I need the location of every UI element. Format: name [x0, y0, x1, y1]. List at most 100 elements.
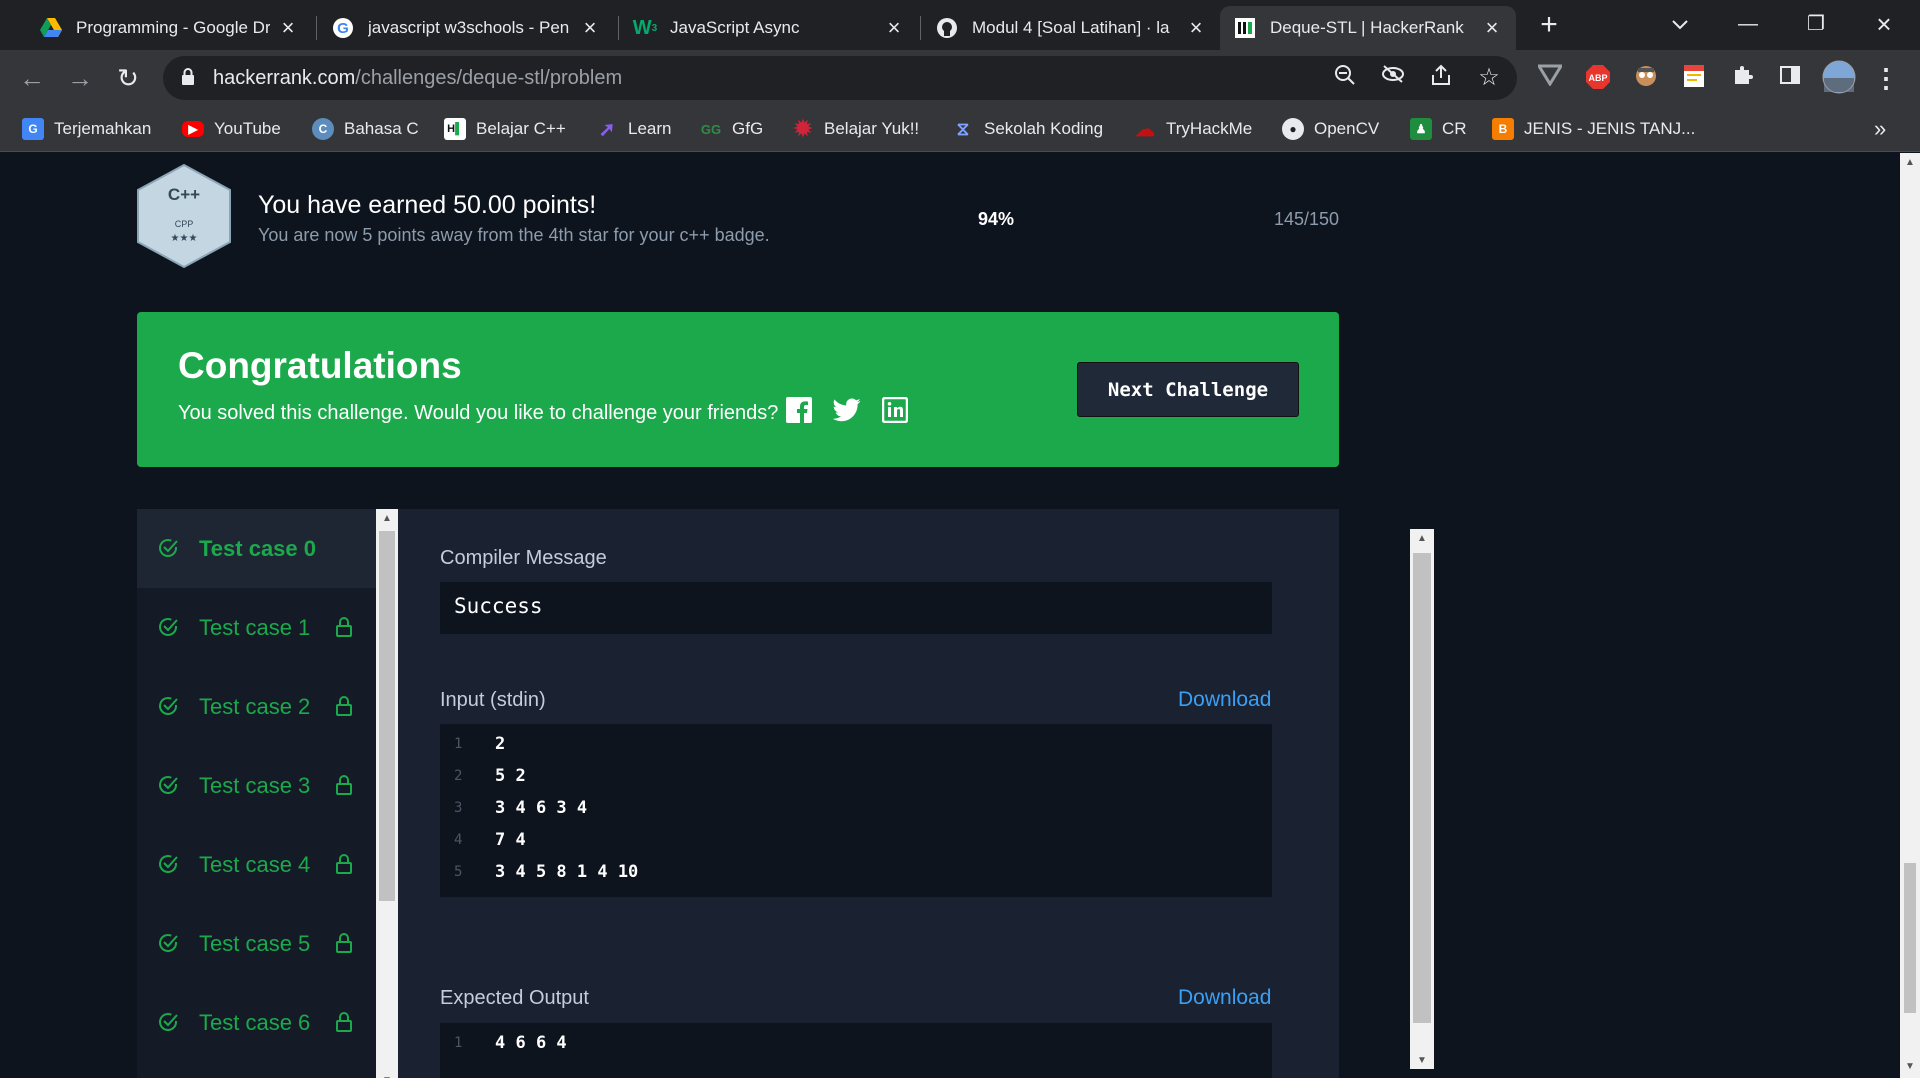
close-icon[interactable]: ×	[1186, 15, 1206, 41]
scroll-down-arrow-icon[interactable]: ▼	[1900, 1061, 1920, 1072]
blogger-icon: B	[1492, 118, 1514, 140]
next-challenge-button[interactable]: Next Challenge	[1077, 362, 1299, 417]
test-case-tab[interactable]: Test case 3	[137, 746, 376, 825]
side-panel-icon[interactable]	[1776, 64, 1804, 92]
github-icon: ●	[1282, 118, 1304, 140]
test-case-tab[interactable]: Test case 4	[137, 825, 376, 904]
lock-icon[interactable]	[181, 68, 195, 91]
scroll-up-arrow-icon[interactable]: ▲	[1900, 157, 1920, 168]
bookmark-cr[interactable]: ♟ CR	[1410, 114, 1467, 144]
tab-divider	[618, 16, 619, 40]
gear-red-icon: ✹	[793, 116, 813, 141]
test-case-label: Test case 0	[199, 536, 317, 561]
url-text[interactable]: hackerrank.com/challenges/deque-stl/prob…	[213, 67, 622, 90]
expected-output-code-box: 1 4 6 6 4	[440, 1023, 1272, 1078]
minimize-button[interactable]: —	[1718, 4, 1778, 44]
adblock-plus-icon[interactable]: ABP	[1584, 64, 1612, 92]
close-icon[interactable]: ×	[884, 15, 904, 41]
expected-output-label: Expected Output	[440, 987, 589, 1009]
close-icon[interactable]: ×	[1482, 15, 1502, 41]
scroll-up-arrow-icon[interactable]: ▲	[376, 513, 398, 524]
test-case-label: Test case 3	[199, 773, 311, 798]
line-text: 7 4	[495, 830, 526, 850]
line-text: 3 4 6 3 4	[495, 798, 588, 818]
extensions-puzzle-icon[interactable]	[1728, 64, 1756, 92]
tab-search-chevron-icon[interactable]	[1650, 4, 1710, 44]
svg-text:ABP: ABP	[1588, 73, 1607, 83]
twitter-icon[interactable]	[832, 395, 862, 425]
vimium-extension-icon[interactable]	[1536, 64, 1564, 92]
bookmark-label: Learn	[628, 119, 672, 138]
bookmarks-overflow-button[interactable]: »	[1874, 114, 1886, 144]
zoom-icon[interactable]	[1331, 64, 1359, 92]
avatar[interactable]	[1822, 60, 1856, 94]
input-download-link[interactable]: Download	[1178, 688, 1271, 712]
bookmark-jenis-tanjung[interactable]: B JENIS - JENIS TANJ...	[1492, 114, 1695, 144]
test-case-scrollbar[interactable]: ▲ ▼	[376, 509, 398, 1078]
new-tab-button[interactable]: +	[1532, 8, 1566, 42]
bookmark-terjemahkan[interactable]: G Terjemahkan	[22, 114, 151, 144]
browser-menu-icon[interactable]: ⋮	[1872, 64, 1900, 92]
bookmark-star-icon[interactable]: ☆	[1475, 64, 1503, 92]
tab-title: Modul 4 [Soal Latihan] · la	[972, 18, 1170, 37]
test-case-tab[interactable]: Test case 2	[137, 667, 376, 746]
restore-button[interactable]: ❐	[1786, 4, 1846, 44]
close-window-button[interactable]: ×	[1854, 4, 1914, 44]
scrollbar-thumb[interactable]	[1904, 863, 1916, 1013]
detail-scrollbar[interactable]: ▲ ▼	[1410, 529, 1434, 1069]
translate-icon: G	[22, 118, 44, 140]
reload-button[interactable]: ↻	[110, 60, 146, 96]
scrollbar-thumb[interactable]	[1413, 553, 1431, 1023]
page-content: C++ CPP ★★★ You have earned 50.00 points…	[0, 153, 1900, 1078]
back-button[interactable]: ←	[14, 60, 50, 96]
badge-progress-percent: 94%	[978, 209, 1015, 229]
scrollbar-thumb[interactable]	[379, 531, 395, 901]
bookmark-belajar-yuk[interactable]: ✹ Belajar Yuk!!	[792, 114, 919, 144]
bookmark-opencv[interactable]: ● OpenCV	[1282, 114, 1379, 144]
bookmark-bahasa-c[interactable]: C Bahasa C	[312, 114, 419, 144]
tab-github-modul[interactable]: Modul 4 [Soal Latihan] · la ×	[922, 6, 1220, 50]
check-circle-icon	[157, 853, 179, 881]
extension-note-icon[interactable]	[1680, 64, 1708, 92]
tab-divider	[920, 16, 921, 40]
line-number: 1	[454, 736, 463, 752]
code-line: 1 2	[440, 730, 1272, 762]
tab-title: Deque-STL | HackerRank	[1270, 18, 1464, 37]
input-label: Input (stdin)	[440, 689, 546, 711]
code-line: 3 3 4 6 3 4	[440, 794, 1272, 826]
address-bar[interactable]: hackerrank.com/challenges/deque-stl/prob…	[163, 56, 1517, 100]
facebook-icon[interactable]	[784, 395, 814, 425]
classroom-icon: ♟	[1410, 118, 1432, 140]
close-icon[interactable]: ×	[580, 15, 600, 41]
bookmark-gfg[interactable]: GG GfG	[700, 114, 763, 144]
test-case-tab[interactable]: Test case 0	[137, 509, 376, 588]
input-code-box: 1 2 2 5 2 3 3 4 6 3 4 4 7 4 5 3 4 5 8 1 …	[440, 724, 1272, 897]
badge-code: CPP	[174, 219, 194, 229]
extension-face-icon[interactable]	[1632, 64, 1660, 92]
expected-output-download-link[interactable]: Download	[1178, 986, 1271, 1010]
bookmark-learn[interactable]: ➚ Learn	[596, 114, 672, 144]
page-scrollbar[interactable]: ▲ ▼	[1900, 153, 1920, 1078]
tab-w3schools-search[interactable]: G javascript w3schools - Pen ×	[318, 6, 614, 50]
badge-lang: C++	[167, 185, 201, 204]
test-case-tab[interactable]: Test case 6	[137, 983, 376, 1062]
forward-button[interactable]: →	[62, 60, 98, 96]
linkedin-icon[interactable]	[880, 395, 910, 425]
tab-google-drive[interactable]: Programming - Google Dr ×	[26, 6, 312, 50]
scroll-up-arrow-icon[interactable]: ▲	[1410, 533, 1434, 544]
close-icon[interactable]: ×	[278, 15, 298, 41]
tab-hackerrank-deque[interactable]: Deque-STL | HackerRank ×	[1220, 6, 1516, 50]
test-case-tab[interactable]: Test case 1	[137, 588, 376, 667]
bookmark-tryhackme[interactable]: ☁ TryHackMe	[1134, 114, 1252, 144]
bookmark-youtube[interactable]: ▶ YouTube	[182, 114, 281, 144]
tab-javascript-async[interactable]: W3 JavaScript Async ×	[620, 6, 918, 50]
badge-score: 145/150	[1274, 209, 1340, 229]
bookmark-belajar-cpp[interactable]: H ▌ Belajar C++	[444, 114, 566, 144]
check-circle-icon	[157, 932, 179, 960]
tracking-blocked-eye-icon[interactable]	[1379, 64, 1407, 92]
scroll-down-arrow-icon[interactable]: ▼	[1410, 1055, 1434, 1066]
bookmark-sekolah-koding[interactable]: ⧖ Sekolah Koding	[952, 114, 1103, 144]
share-icon[interactable]	[1427, 64, 1455, 92]
test-case-tab[interactable]: Test case 5	[137, 904, 376, 983]
test-case-list: Test case 0 Test case 1 Test case 2 Test…	[137, 509, 376, 1078]
